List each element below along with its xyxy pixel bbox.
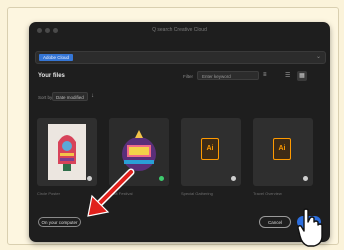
sort-direction-button[interactable]: ↓	[91, 93, 94, 99]
file-thumbnail[interactable]: Ai	[181, 118, 241, 186]
file-thumbnail[interactable]	[109, 118, 169, 186]
file-caption: Craft Festival	[109, 191, 133, 196]
ai-file-icon: Ai	[201, 138, 219, 160]
open-dialog: Q search Creative Cloud Adobe Cloud ⌄ Yo…	[29, 22, 330, 242]
cancel-button[interactable]: Cancel	[259, 216, 291, 228]
filter-options-button[interactable]: ≡	[263, 72, 267, 78]
file-caption: Special Gathering	[181, 191, 213, 196]
filter-label: Filter	[183, 74, 193, 79]
on-your-computer-button[interactable]: On your computer	[38, 217, 81, 227]
file-caption: Travel Overview	[253, 191, 282, 196]
location-selection[interactable]: Adobe Cloud	[39, 54, 74, 61]
cloud-icon	[231, 176, 236, 181]
grid-view-icon[interactable]: ▦	[297, 71, 307, 81]
sort-select[interactable]: Date modified	[52, 92, 88, 101]
your-files-heading: Your files	[38, 73, 65, 79]
ai-file-icon: Ai	[273, 138, 291, 160]
file-thumbnail[interactable]	[37, 118, 97, 186]
cloud-icon	[303, 176, 308, 181]
cloud-icon	[87, 176, 92, 181]
sort-label: Sort by	[38, 95, 53, 100]
filter-input[interactable]: Enter keyword	[197, 71, 259, 80]
open-button[interactable]: Open	[297, 216, 321, 228]
location-bar[interactable]: Adobe Cloud ⌄	[35, 51, 326, 64]
file-caption: Circle Poster	[37, 191, 60, 196]
chevron-down-icon[interactable]: ⌄	[316, 53, 321, 61]
cloud-synced-icon	[159, 176, 164, 181]
window-title: Q search Creative Cloud	[152, 27, 207, 33]
file-thumbnail[interactable]: Ai	[253, 118, 313, 186]
list-view-icon[interactable]: ☰	[285, 72, 294, 80]
title-bar: Q search Creative Cloud	[29, 22, 330, 40]
